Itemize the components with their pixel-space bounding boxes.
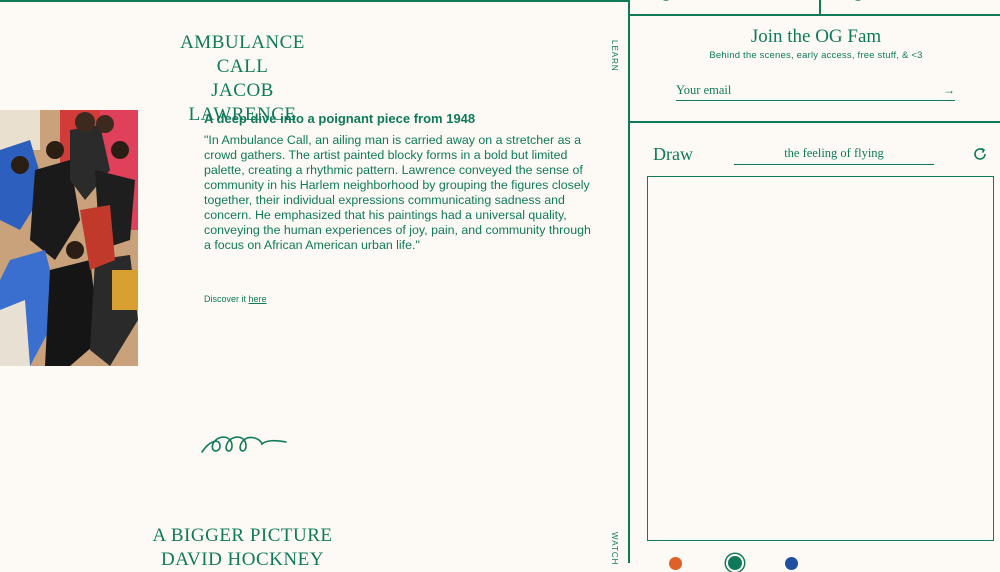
squiggle-divider-icon bbox=[201, 436, 287, 453]
artwork-description: "In Ambulance Call, an ailing man is car… bbox=[204, 133, 591, 252]
newsletter-subtitle: Behind the scenes, early access, free st… bbox=[709, 50, 923, 61]
discover-line: Discover it here bbox=[204, 294, 267, 304]
column-divider bbox=[628, 0, 630, 563]
next-artwork-title-line1: A BIGGER PICTURE bbox=[152, 525, 333, 546]
discover-prefix: Discover it bbox=[204, 294, 247, 304]
color-swatch-orange[interactable] bbox=[669, 557, 682, 570]
color-swatch-blue[interactable] bbox=[785, 557, 798, 570]
top-cell-divider bbox=[819, 0, 821, 15]
arrow-right-icon[interactable]: → bbox=[943, 83, 955, 97]
drawing-canvas[interactable] bbox=[647, 176, 994, 541]
artwork-subtitle: A deep dive into a poignant piece from 1… bbox=[204, 111, 476, 126]
refresh-icon[interactable] bbox=[972, 146, 988, 162]
learn-label[interactable]: LEARN bbox=[610, 40, 619, 72]
email-input[interactable] bbox=[676, 82, 926, 98]
draw-prompt: the feeling of flying bbox=[734, 146, 934, 165]
email-field-wrapper: → bbox=[676, 82, 955, 101]
top-border bbox=[0, 0, 628, 2]
next-artwork-artist: DAVID HOCKNEY bbox=[161, 549, 324, 570]
newsletter-title: Join the OG Fam bbox=[750, 26, 882, 47]
artwork-title-line1: AMBULANCE CALL bbox=[180, 32, 305, 77]
top-circle-icon-2[interactable] bbox=[848, 0, 868, 4]
right-top-border bbox=[628, 14, 1000, 16]
color-swatch-green[interactable] bbox=[726, 554, 744, 572]
top-circle-icon[interactable] bbox=[656, 0, 676, 4]
discover-link[interactable]: here bbox=[249, 294, 267, 304]
next-artwork-title[interactable]: A BIGGER PICTURE DAVID HOCKNEY bbox=[150, 524, 335, 572]
artwork-image[interactable] bbox=[0, 110, 138, 366]
newsletter-divider bbox=[628, 121, 1000, 123]
watch-label[interactable]: WATCH bbox=[610, 532, 619, 565]
draw-label: Draw bbox=[653, 144, 693, 164]
